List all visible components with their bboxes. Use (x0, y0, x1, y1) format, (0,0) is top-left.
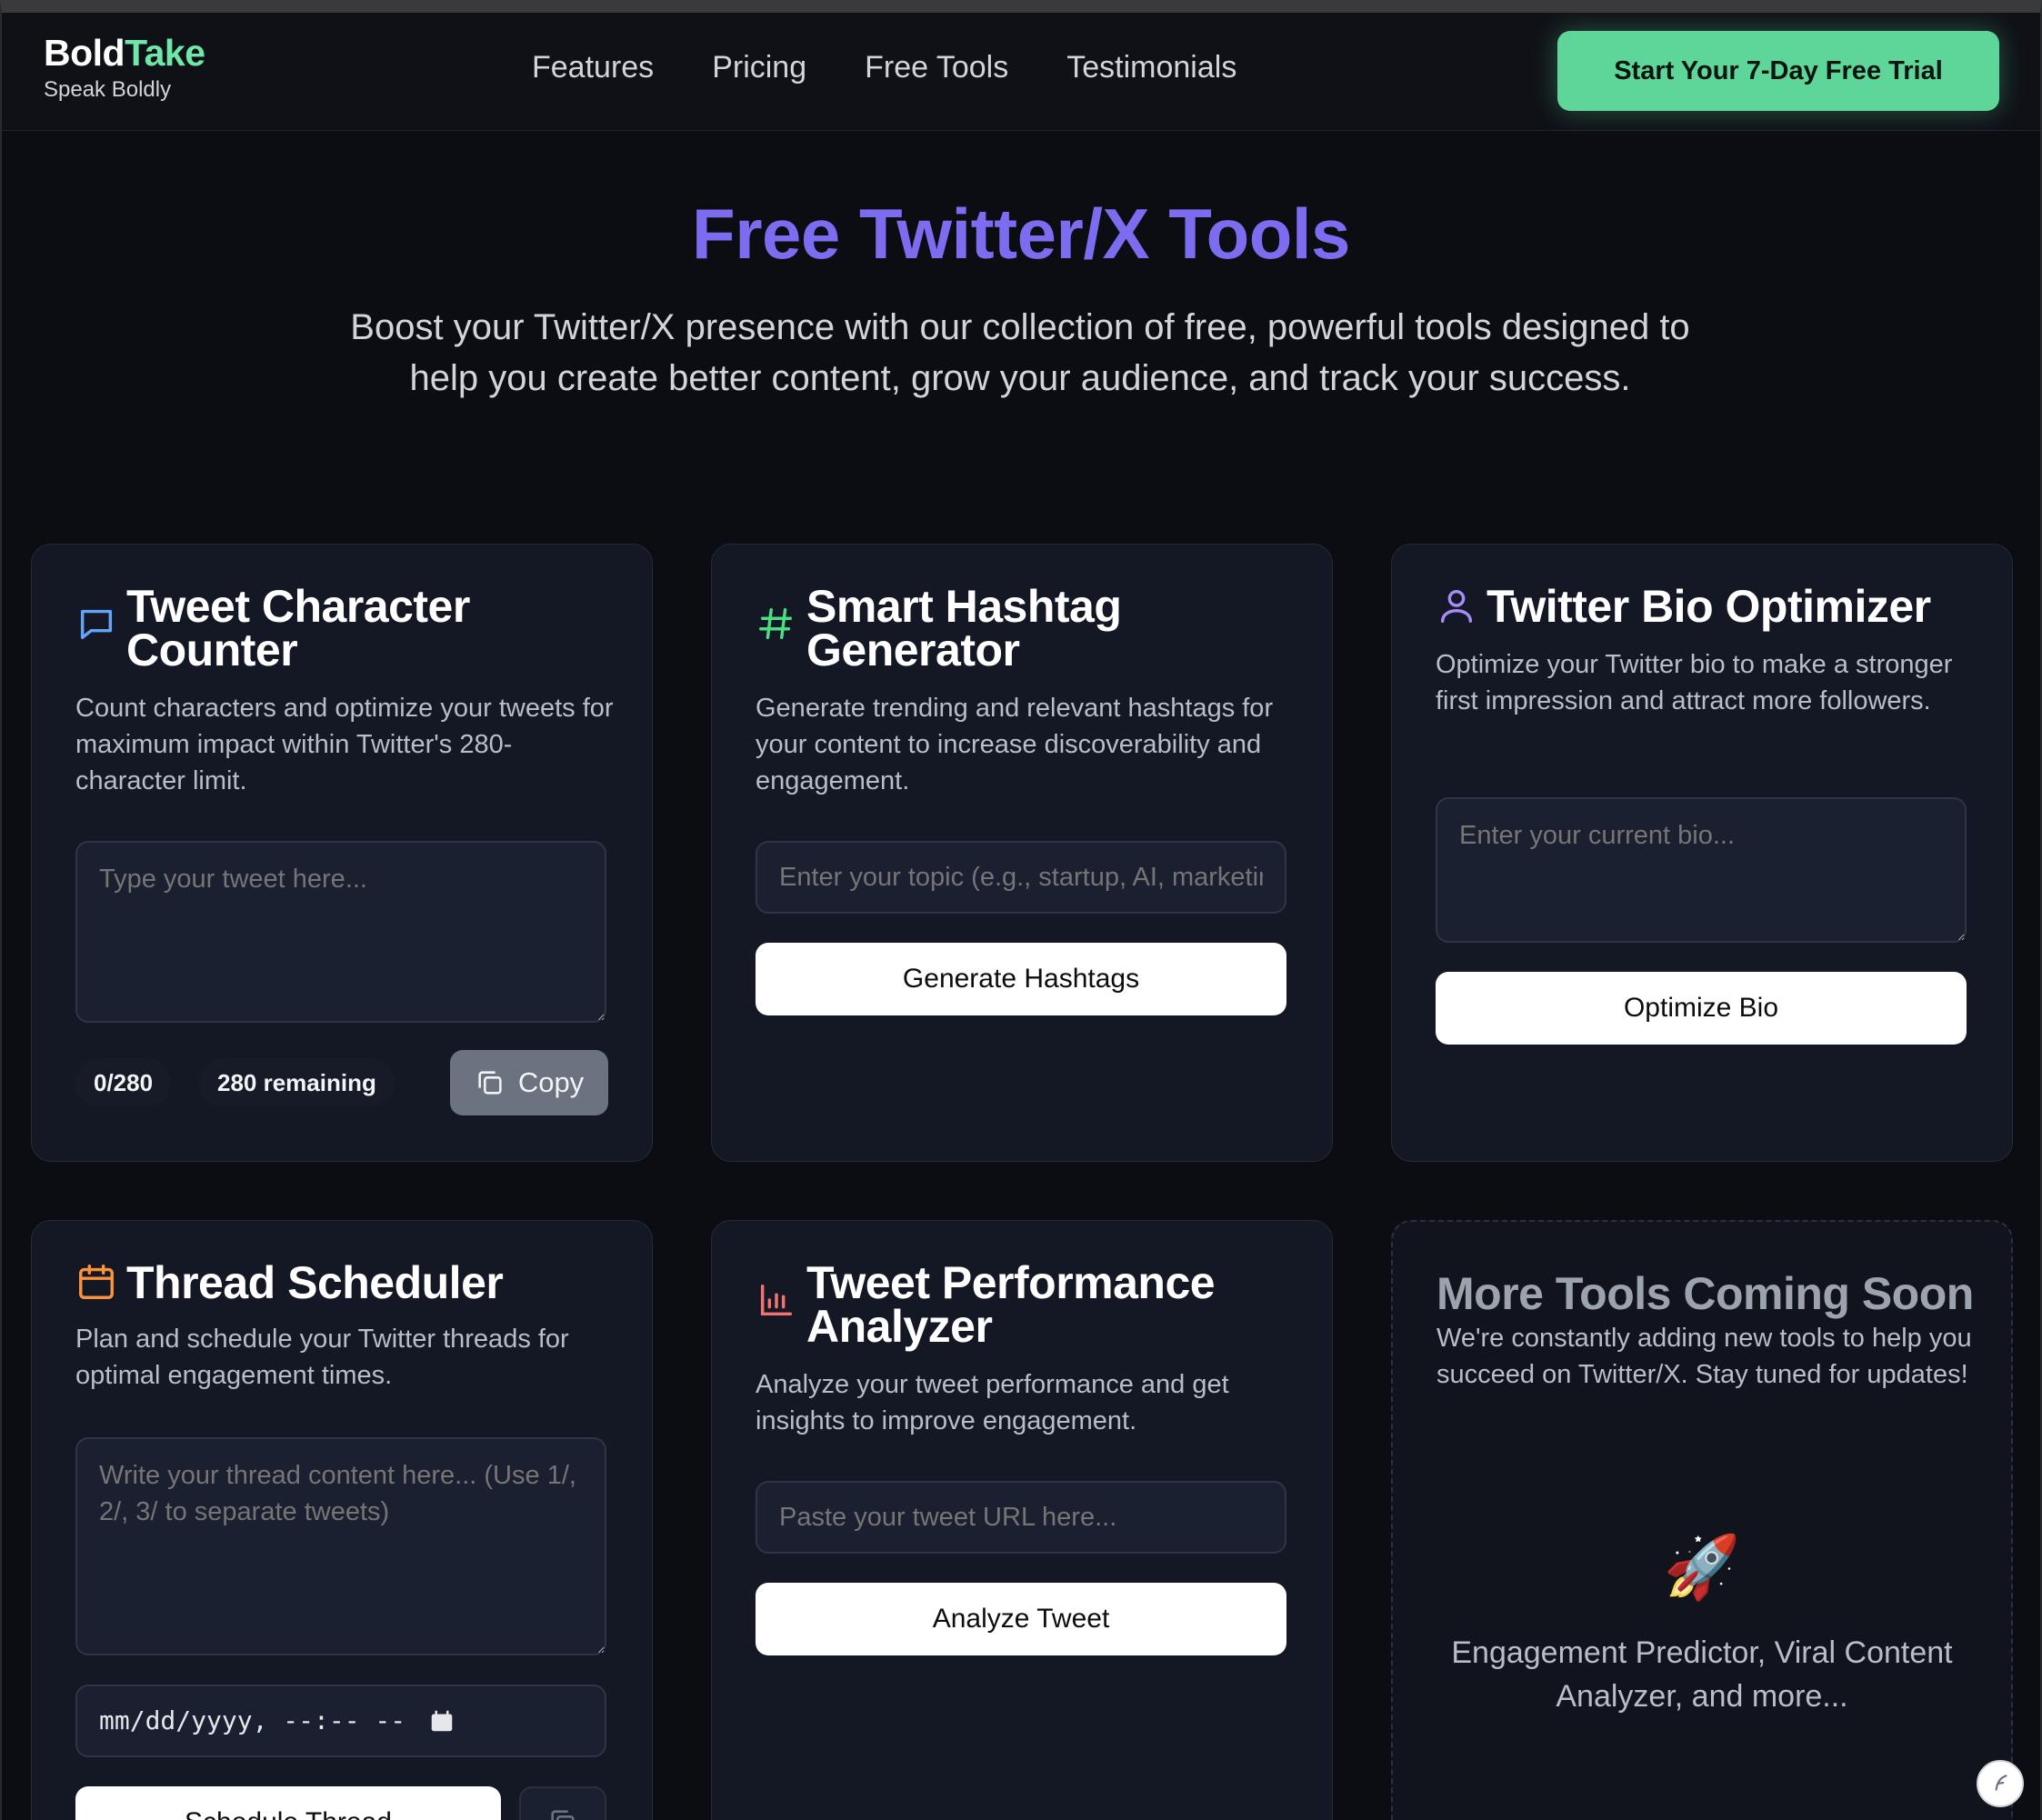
card-description: Plan and schedule your Twitter threads f… (75, 1325, 569, 1390)
generate-hashtags-button[interactable]: Generate Hashtags (756, 943, 1286, 1015)
copy-icon (478, 1071, 502, 1095)
thread-input[interactable] (75, 1437, 606, 1655)
card-description: We're constantly adding new tools to hel… (1436, 1324, 1972, 1389)
analyze-tweet-button[interactable]: Analyze Tweet (756, 1583, 1286, 1655)
user-icon (1440, 589, 1473, 623)
card-description: Generate trending and relevant hashtags … (756, 694, 1274, 795)
brand-name: BoldTake (44, 32, 205, 74)
card-title: Smart Hashtag Generator (806, 581, 1122, 675)
topic-input[interactable] (756, 841, 1286, 914)
feather-icon (1995, 1775, 2007, 1791)
schedule-datetime-field[interactable]: mm/dd/yyyy, --:-- -- (75, 1685, 606, 1757)
nav-link-features[interactable]: Features (532, 49, 654, 86)
calendar-icon (79, 1265, 114, 1299)
message-icon (80, 609, 113, 640)
brand-name-bold: Bold (44, 32, 125, 74)
card-header: Tweet Performance Analyzer (756, 1257, 1296, 1352)
nav-link-free-tools[interactable]: Free Tools (865, 49, 1008, 86)
copy-icon (551, 1809, 575, 1820)
schedule-thread-button[interactable]: Schedule Thread (75, 1786, 501, 1820)
coming-soon-card: More Tools Coming Soon We're constantly … (1391, 1220, 2013, 1820)
tool-card-char-counter: Tweet Character Counter Count characters… (31, 544, 653, 1162)
top-nav: BoldTake Speak Boldly Features Pricing F… (2, 13, 2040, 131)
tool-card-bio: Twitter Bio Optimizer Optimize your Twit… (1391, 544, 2013, 1162)
bio-input[interactable] (1436, 797, 1967, 943)
upcoming-tools-list: Engagement Predictor, Viral Content Anal… (1451, 1635, 1953, 1714)
card-title: Tweet Performance Analyzer (806, 1257, 1216, 1352)
brand-tagline: Speak Boldly (44, 77, 172, 103)
hash-icon (759, 607, 793, 640)
tweet-input[interactable] (75, 841, 606, 1023)
char-count-badge: 0/280 (75, 1058, 172, 1107)
card-title: Thread Scheduler (126, 1257, 504, 1308)
optimize-bio-button[interactable]: Optimize Bio (1436, 972, 1967, 1045)
tool-card-thread-scheduler: Thread Scheduler Plan and schedule your … (31, 1220, 653, 1820)
card-title: Twitter Bio Optimizer (1486, 581, 1931, 632)
browser-frame: BoldTake Speak Boldly Features Pricing F… (0, 0, 2042, 1820)
rocket-icon: 🚀 (1663, 1533, 1741, 1602)
calendar-picker-icon[interactable] (428, 1707, 455, 1735)
page-subtitle: Boost your Twitter/X presence with our c… (350, 307, 1690, 398)
tweet-url-input[interactable] (756, 1481, 1286, 1554)
tool-card-hashtag: Smart Hashtag Generator Generate trendin… (711, 544, 1333, 1162)
start-trial-button[interactable]: Start Your 7-Day Free Trial (1557, 31, 1999, 111)
bar-chart-icon (760, 1284, 793, 1316)
datetime-placeholder: mm/dd/yyyy, --:-- -- (99, 1705, 406, 1735)
remaining-badge: 280 remaining (199, 1058, 395, 1107)
card-description: Analyze your tweet performance and get i… (756, 1370, 1229, 1435)
card-description: Count characters and optimize your tweet… (75, 694, 614, 795)
card-header: Tweet Character Counter (75, 581, 616, 675)
card-header: Smart Hashtag Generator (756, 581, 1296, 675)
card-title: More Tools Coming Soon (1436, 1268, 1974, 1319)
copy-button[interactable]: Copy (450, 1050, 608, 1115)
brand-name-take: Take (125, 32, 205, 74)
page-title: Free Twitter/X Tools (692, 194, 1350, 274)
card-header: Twitter Bio Optimizer (1436, 581, 1976, 632)
floating-feather-button[interactable] (1977, 1760, 2024, 1807)
thread-copy-button[interactable] (519, 1786, 606, 1820)
tool-card-performance: Tweet Performance Analyzer Analyze your … (711, 1220, 1333, 1820)
nav-link-testimonials[interactable]: Testimonials (1066, 49, 1236, 86)
nav-link-pricing[interactable]: Pricing (712, 49, 806, 86)
copy-label: Copy (517, 1066, 585, 1098)
nav-links: Features Pricing Free Tools Testimonials (532, 49, 1295, 86)
card-header: Thread Scheduler (75, 1257, 616, 1308)
card-title: Tweet Character Counter (126, 581, 470, 675)
brand-logo[interactable]: BoldTake Speak Boldly (44, 32, 205, 103)
card-description: Optimize your Twitter bio to make a stro… (1436, 650, 1953, 715)
